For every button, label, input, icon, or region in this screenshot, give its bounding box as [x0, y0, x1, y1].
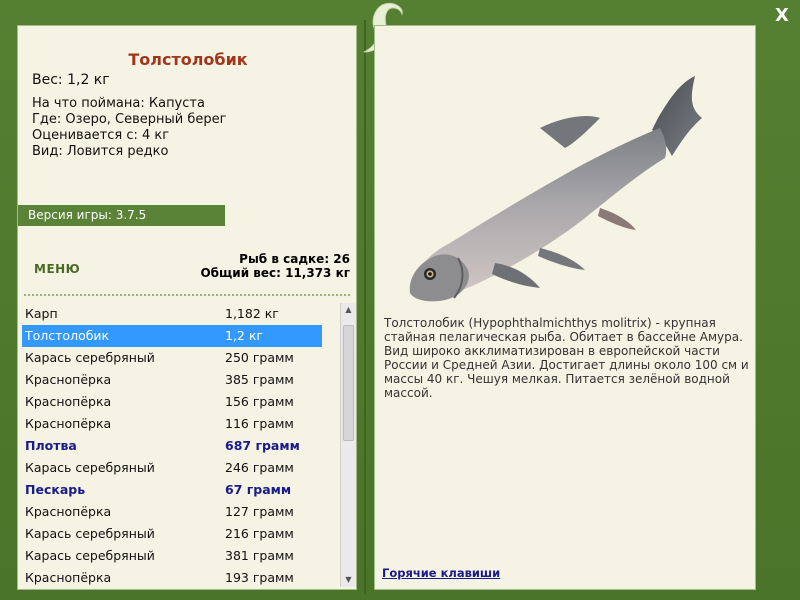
catch-fish-name: Плотва	[25, 438, 77, 453]
catch-fish-name: Карась серебряный	[25, 526, 155, 541]
value-info: Оценивается с: 4 кг	[32, 128, 170, 143]
catch-list-item[interactable]: Карась серебряный 381 грамм	[22, 545, 322, 567]
fish-description: Толстолобик (Hypophthalmichthys molitrix…	[384, 316, 749, 400]
catch-list-item[interactable]: Карп 1,182 кг	[22, 303, 322, 325]
catch-list-item[interactable]: Краснопёрка 116 грамм	[22, 413, 322, 435]
catch-list-item[interactable]: Карась серебряный 216 грамм	[22, 523, 322, 545]
catch-fish-weight: 381 грамм	[225, 548, 294, 563]
catch-list-item[interactable]: Краснопёрка 127 грамм	[22, 501, 322, 523]
scroll-down-icon[interactable]: ▼	[341, 573, 356, 587]
catch-fish-weight: 246 грамм	[225, 460, 294, 475]
catch-list-item[interactable]: Краснопёрка 156 грамм	[22, 391, 322, 413]
catch-fish-weight: 250 грамм	[225, 350, 294, 365]
panel-divider	[364, 20, 366, 595]
catch-fish-name: Карась серебряный	[25, 350, 155, 365]
catch-fish-name: Карась серебряный	[25, 460, 155, 475]
catch-list[interactable]: Карп 1,182 кг Толстолобик 1,2 кг Карась сере…	[22, 303, 355, 587]
catch-list-item[interactable]: Карась серебряный 246 грамм	[22, 457, 322, 479]
total-weight: Общий вес: 11,373 кг	[200, 266, 350, 280]
scroll-up-icon[interactable]: ▲	[341, 303, 356, 317]
fish-count: Рыб в садке: 26	[239, 252, 350, 266]
catch-details-panel: Толстолобик Вес: 1,2 кг На что поймана: …	[17, 25, 357, 590]
catch-fish-weight: 67 грамм	[225, 482, 292, 497]
catch-fish-weight: 127 грамм	[225, 504, 294, 519]
catch-list-item[interactable]: Краснопёрка 385 грамм	[22, 369, 322, 391]
separator	[24, 294, 350, 296]
catch-list-item[interactable]: Карась серебряный 250 грамм	[22, 347, 322, 369]
catch-fish-name: Краснопёрка	[25, 372, 112, 387]
catch-fish-name: Краснопёрка	[25, 416, 112, 431]
catch-fish-name: Краснопёрка	[25, 570, 112, 585]
place-info: Где: Озеро, Северный берег	[32, 112, 227, 127]
catch-list-scrollbar[interactable]: ▲ ▼	[340, 303, 356, 587]
catch-fish-weight: 193 грамм	[225, 570, 294, 585]
catch-fish-weight: 385 грамм	[225, 372, 294, 387]
catch-fish-weight: 1,182 кг	[225, 306, 279, 321]
catch-fish-name: Толстолобик	[25, 328, 110, 343]
catch-fish-weight: 1,2 кг	[225, 328, 263, 343]
fish-title: Толстолобик	[128, 50, 248, 69]
catch-list-item[interactable]: Плотва 687 грамм	[22, 435, 322, 457]
catch-list-item[interactable]: Толстолобик 1,2 кг	[22, 325, 322, 347]
catch-fish-weight: 116 грамм	[225, 416, 294, 431]
catch-fish-name: Краснопёрка	[25, 394, 112, 409]
bait-info: На что поймана: Капуста	[32, 96, 205, 111]
catch-fish-name: Карась серебряный	[25, 548, 155, 563]
catch-stats: Рыб в садке: 26 Общий вес: 11,373 кг	[200, 252, 350, 280]
close-button[interactable]: X	[772, 6, 792, 26]
catch-fish-name: Карп	[25, 306, 58, 321]
fish-weight: Вес: 1,2 кг	[32, 72, 110, 88]
catch-list-item[interactable]: Краснопёрка 193 грамм	[22, 567, 322, 587]
catch-fish-weight: 156 грамм	[225, 394, 294, 409]
catch-fish-name: Пескарь	[25, 482, 86, 497]
catch-fish-weight: 687 грамм	[225, 438, 300, 453]
fish-description-panel: Толстолобик (Hypophthalmichthys molitrix…	[374, 25, 756, 590]
catch-list-item[interactable]: Пескарь 67 грамм	[22, 479, 322, 501]
fish-image	[409, 76, 702, 302]
catch-fish-weight: 216 грамм	[225, 526, 294, 541]
scroll-thumb[interactable]	[343, 325, 354, 441]
version-label: Версия игры: 3.7.5	[18, 205, 225, 226]
catch-fish-name: Краснопёрка	[25, 504, 112, 519]
hotkeys-link[interactable]: Горячие клавиши	[382, 566, 500, 580]
rarity-info: Вид: Ловится редко	[32, 144, 169, 159]
menu-button[interactable]: МЕНЮ	[34, 262, 80, 276]
fish-info: На что поймана: Капуста Где: Озеро, Севе…	[32, 96, 226, 160]
